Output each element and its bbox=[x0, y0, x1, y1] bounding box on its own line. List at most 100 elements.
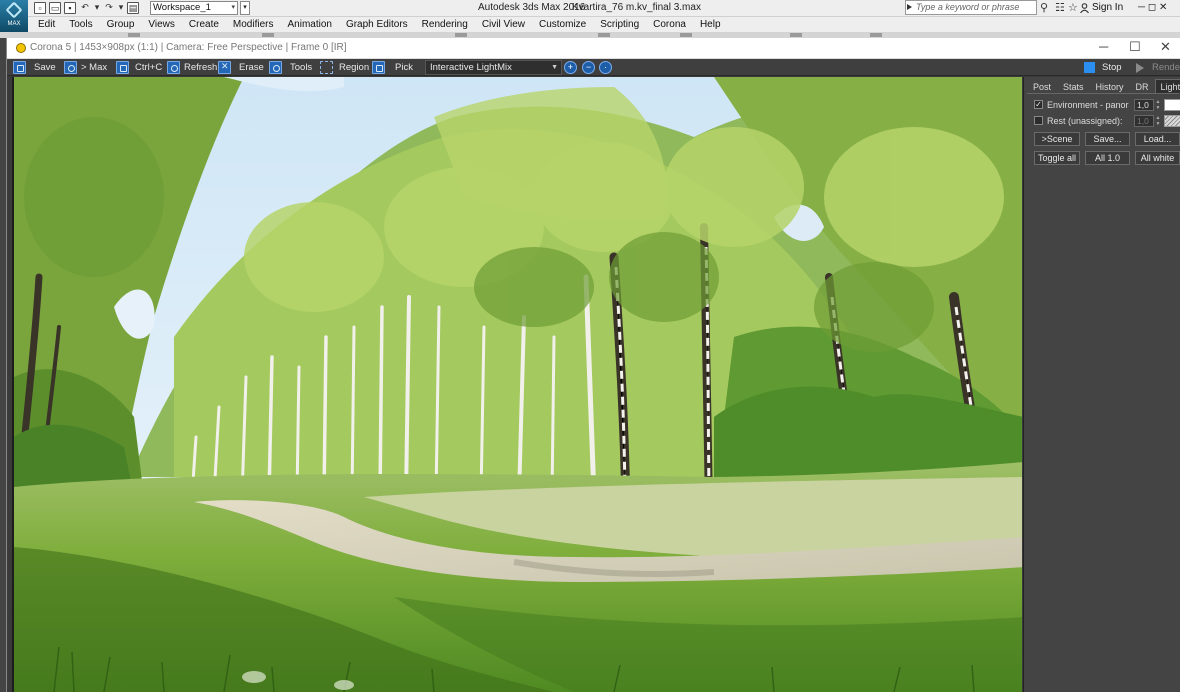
binoculars-icon[interactable]: ⚲ bbox=[1040, 2, 1048, 14]
app-title-bar: MAX ▫ ▭ ▪ ↶ ▾ ↷ ▾ ▤ Workspace_1 ▾ ▾ Auto… bbox=[0, 0, 1180, 32]
quick-access-toolbar: ▫ ▭ ▪ ↶ ▾ ↷ ▾ ▤ bbox=[34, 1, 139, 15]
region-label: Region bbox=[339, 62, 370, 73]
menu-create[interactable]: Create bbox=[189, 19, 227, 30]
tools-label: Tools bbox=[290, 62, 313, 73]
new-file-icon[interactable]: ▫ bbox=[34, 2, 46, 14]
undo-icon[interactable]: ↶ bbox=[79, 2, 91, 14]
redo-icon[interactable]: ↷ bbox=[103, 2, 115, 14]
zoom-fit-icon[interactable]: · bbox=[599, 61, 612, 74]
copy-button[interactable]: Ctrl+C bbox=[116, 60, 162, 75]
menu-modifiers[interactable]: Modifiers bbox=[233, 19, 282, 30]
to-scene-button[interactable]: >Scene bbox=[1034, 132, 1080, 146]
lightmix-save-button[interactable]: Save... bbox=[1085, 132, 1130, 146]
refresh-label: Refresh bbox=[184, 62, 218, 73]
menu-civil-view[interactable]: Civil View bbox=[482, 19, 533, 30]
redo-dropdown-icon[interactable]: ▾ bbox=[118, 2, 124, 14]
pick-label: Pick bbox=[395, 62, 413, 73]
side-panel-tabs: Post Stats History DR LightMix bbox=[1027, 79, 1180, 93]
file-title: Kvartira_76 m.kv_final 3.max bbox=[572, 2, 701, 13]
undo-dropdown-icon[interactable]: ▾ bbox=[94, 2, 100, 14]
lightmix-row-environment: ✓ Environment - panorama 1,0 ▲▼ bbox=[1034, 98, 1180, 111]
rest-label: Rest (unassigned): bbox=[1047, 115, 1123, 126]
workspace-options-button[interactable]: ▾ bbox=[240, 1, 250, 15]
rest-intensity-input[interactable]: 1,0 bbox=[1134, 114, 1154, 127]
rest-checkbox[interactable] bbox=[1034, 116, 1043, 125]
tab-dr[interactable]: DR bbox=[1130, 79, 1155, 93]
send-to-max-button[interactable]: > Max bbox=[64, 60, 107, 75]
tab-post[interactable]: Post bbox=[1027, 79, 1057, 93]
save-label: Save bbox=[34, 62, 56, 73]
render-channel-select[interactable]: Interactive LightMix ▼ bbox=[425, 60, 562, 75]
environment-checkbox[interactable]: ✓ bbox=[1034, 100, 1043, 109]
zoom-out-icon[interactable]: − bbox=[582, 61, 595, 74]
save-file-icon[interactable]: ▪ bbox=[64, 2, 76, 14]
tab-history[interactable]: History bbox=[1090, 79, 1130, 93]
gear-icon bbox=[269, 61, 282, 74]
zoom-in-icon[interactable]: + bbox=[564, 61, 577, 74]
toggle-all-button[interactable]: Toggle all bbox=[1034, 151, 1080, 165]
menu-group[interactable]: Group bbox=[107, 19, 143, 30]
open-folder-icon[interactable]: ▭ bbox=[49, 2, 61, 14]
environment-intensity-spinner[interactable]: ▲ ▼ bbox=[1155, 99, 1161, 111]
vfb-toolbar: Save > Max Ctrl+C Refresh Erase Tools Re… bbox=[7, 59, 1180, 76]
stop-label: Stop bbox=[1102, 62, 1122, 73]
lightmix-row-rest: Rest (unassigned): 1,0 ▲ ▼ bbox=[1034, 114, 1180, 127]
environment-intensity-input[interactable]: 1,0 bbox=[1134, 98, 1154, 111]
vfb-title-bar: Corona 5 | 1453×908px (1:1) | Camera: Fr… bbox=[7, 38, 1180, 59]
copy-label: Ctrl+C bbox=[135, 62, 163, 73]
workspace-select[interactable]: Workspace_1 ▾ bbox=[150, 1, 238, 15]
menu-rendering[interactable]: Rendering bbox=[422, 19, 476, 30]
menu-views[interactable]: Views bbox=[148, 19, 183, 30]
save-button[interactable]: Save bbox=[13, 60, 56, 75]
environment-color-swatch[interactable] bbox=[1164, 98, 1180, 111]
menu-customize[interactable]: Customize bbox=[539, 19, 594, 30]
erase-icon bbox=[218, 61, 231, 74]
tab-stats[interactable]: Stats bbox=[1057, 79, 1090, 93]
pick-button[interactable]: Pick bbox=[372, 60, 413, 75]
search-input[interactable]: Type a keyword or phrase bbox=[905, 0, 1037, 15]
menu-help[interactable]: Help bbox=[700, 19, 729, 30]
all-white-button[interactable]: All white bbox=[1135, 151, 1180, 165]
rendered-image[interactable] bbox=[12, 77, 1022, 692]
menu-edit[interactable]: Edit bbox=[38, 19, 63, 30]
environment-label: Environment - panorama bbox=[1047, 99, 1129, 110]
vfb-maximize-button[interactable]: ☐ bbox=[1129, 40, 1141, 54]
workspace-value: Workspace_1 bbox=[153, 2, 211, 13]
refresh-button[interactable]: Refresh bbox=[167, 60, 217, 75]
user-icon bbox=[1080, 3, 1089, 13]
menu-graph-editors[interactable]: Graph Editors bbox=[346, 19, 416, 30]
render-label: Render bbox=[1152, 62, 1180, 73]
region-button[interactable]: Region bbox=[320, 60, 369, 75]
tools-button[interactable]: Tools bbox=[269, 60, 312, 75]
menu-tools[interactable]: Tools bbox=[69, 19, 100, 30]
erase-button[interactable]: Erase bbox=[218, 60, 264, 75]
app-window-controls[interactable]: ─ ◻ ✕ bbox=[1138, 2, 1167, 13]
rest-color-swatch[interactable] bbox=[1164, 114, 1180, 127]
favorite-star-icon[interactable]: ☆ bbox=[1068, 2, 1078, 14]
send-to-max-icon bbox=[64, 61, 77, 74]
max-application-button[interactable]: MAX bbox=[0, 0, 28, 32]
project-folder-icon[interactable]: ▤ bbox=[127, 2, 139, 14]
menu-animation[interactable]: Animation bbox=[287, 19, 339, 30]
rest-intensity-spinner[interactable]: ▲ ▼ bbox=[1155, 115, 1161, 127]
all-one-button[interactable]: All 1.0 bbox=[1085, 151, 1130, 165]
lightmix-panel: ✓ Environment - panorama 1,0 ▲▼ Rest (un… bbox=[1027, 93, 1180, 613]
sign-in-link[interactable]: Sign In bbox=[1092, 2, 1123, 13]
region-icon bbox=[320, 61, 333, 74]
lightmix-load-button[interactable]: Load... bbox=[1135, 132, 1180, 146]
max-logo-label: MAX bbox=[7, 21, 21, 27]
menu-scripting[interactable]: Scripting bbox=[600, 19, 647, 30]
corona-vfb-window: Corona 5 | 1453×908px (1:1) | Camera: Fr… bbox=[6, 38, 1180, 692]
render-button[interactable]: Render bbox=[1136, 61, 1180, 74]
menu-corona[interactable]: Corona bbox=[653, 19, 694, 30]
vfb-minimize-button[interactable]: ─ bbox=[1099, 40, 1108, 54]
forest-render bbox=[14, 77, 1022, 692]
tab-lightmix[interactable]: LightMix bbox=[1154, 79, 1180, 93]
stop-button[interactable]: Stop bbox=[1084, 61, 1122, 74]
pick-icon bbox=[372, 61, 385, 74]
corona-logo-icon bbox=[16, 43, 26, 53]
vfb-close-button[interactable]: ✕ bbox=[1160, 40, 1171, 54]
save-icon bbox=[13, 61, 26, 74]
vfb-title: Corona 5 | 1453×908px (1:1) | Camera: Fr… bbox=[30, 42, 347, 53]
subscription-icon[interactable]: ☷ bbox=[1055, 2, 1065, 14]
